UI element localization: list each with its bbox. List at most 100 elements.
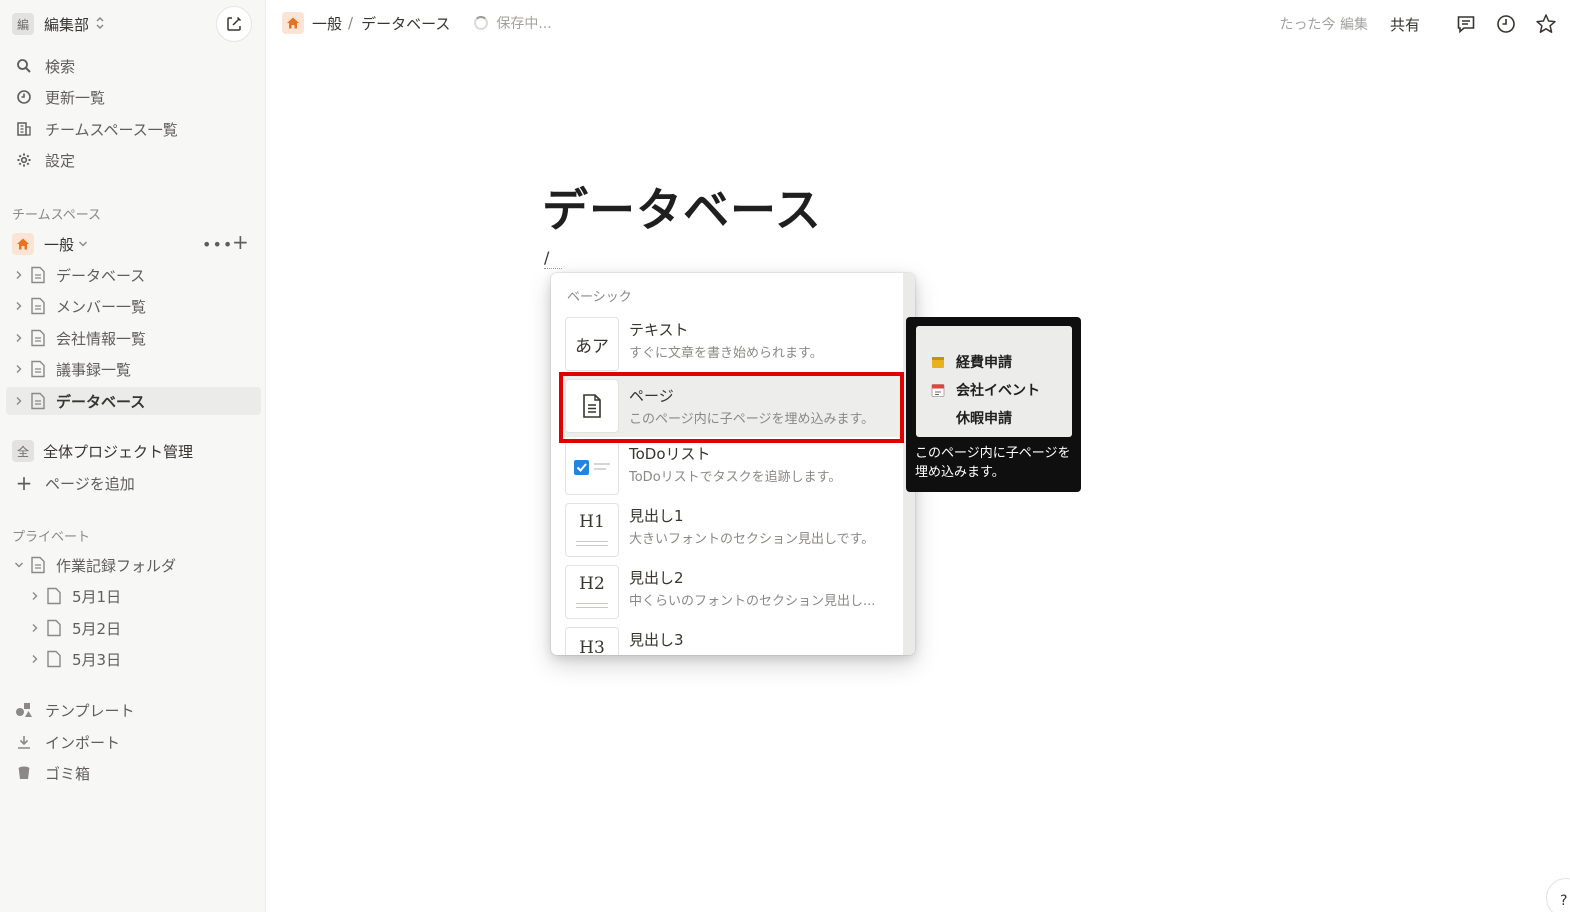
sidebar-item-trash[interactable]: ゴミ箱 bbox=[12, 759, 260, 787]
menu-item-preview: 経費申請 会社イベント 休暇申請 このページ内に子ページを埋め込みます。 bbox=[906, 317, 1081, 492]
sidebar-page-label: データベース bbox=[56, 266, 146, 285]
more-icon[interactable]: ••• bbox=[202, 235, 233, 254]
sidebar-page-item[interactable]: 5月1日 bbox=[28, 582, 278, 610]
lines-decoration bbox=[576, 538, 608, 546]
menu-item-title: 見出し3 bbox=[629, 631, 684, 649]
sidebar-page-item[interactable]: 5月2日 bbox=[28, 614, 278, 642]
sidebar-item-settings[interactable]: 設定 bbox=[12, 146, 260, 174]
sidebar-item-label: インポート bbox=[45, 733, 121, 752]
sidebar-page-item[interactable]: 5月3日 bbox=[28, 645, 278, 673]
sidebar-page-item-active[interactable]: データベース bbox=[6, 387, 261, 415]
sidebar-item-label: 検索 bbox=[45, 57, 76, 76]
preview-item-label: 経費申請 bbox=[956, 355, 1012, 371]
add-page-button[interactable]: + ページを追加 bbox=[12, 469, 260, 497]
workspace-badge: 編 bbox=[12, 13, 34, 35]
menu-item-text[interactable]: あア テキスト すぐに文章を書き始められます。 bbox=[565, 315, 895, 371]
document-icon bbox=[30, 392, 50, 410]
text-block-thumbnail: あア bbox=[565, 317, 619, 371]
add-icon[interactable]: + bbox=[232, 230, 249, 254]
chevron-right-icon[interactable] bbox=[12, 301, 26, 311]
sidebar-item-project[interactable]: 全 全体プロジェクト管理 bbox=[12, 437, 260, 465]
highlight-annotation bbox=[559, 372, 904, 443]
home-icon bbox=[12, 233, 34, 255]
menu-item-title: 見出し2 bbox=[629, 569, 684, 587]
help-label: ? bbox=[1560, 893, 1568, 909]
comment-icon[interactable] bbox=[1454, 12, 1478, 36]
sidebar-folder-label: 作業記録フォルダ bbox=[56, 556, 177, 575]
saving-text: 保存中... bbox=[496, 16, 552, 32]
thumb-label: あア bbox=[575, 336, 609, 357]
sidebar-page-label: データベース bbox=[56, 392, 146, 411]
sidebar-item-label: 設定 bbox=[45, 151, 76, 170]
menu-item-todo[interactable]: ToDoリスト ToDoリストでタスクを追跡します。 bbox=[565, 439, 895, 495]
menu-item-heading3[interactable]: H3 見出し3 bbox=[565, 625, 895, 655]
history-icon[interactable] bbox=[1494, 12, 1518, 36]
compose-icon bbox=[227, 16, 242, 31]
sidebar-item-label: テンプレート bbox=[45, 701, 135, 720]
gear-icon bbox=[12, 148, 36, 172]
document-icon bbox=[30, 556, 50, 574]
chevron-right-icon[interactable] bbox=[28, 591, 42, 601]
add-page-label: ページを追加 bbox=[45, 474, 135, 493]
share-button[interactable]: 共有 bbox=[1390, 14, 1420, 35]
new-page-button[interactable] bbox=[216, 6, 252, 42]
building-icon bbox=[12, 117, 36, 141]
sidebar-folder-item[interactable]: 作業記録フォルダ bbox=[12, 551, 262, 579]
breadcrumb-page[interactable]: データベース bbox=[361, 13, 450, 34]
menu-item-desc: 中くらいのフォントのセクション見出し... bbox=[629, 594, 876, 609]
star-icon[interactable] bbox=[1534, 12, 1558, 36]
sidebar-item-updates[interactable]: 更新一覧 bbox=[12, 83, 260, 111]
trash-icon bbox=[12, 761, 36, 785]
chevron-right-icon[interactable] bbox=[12, 364, 26, 374]
preview-card: 経費申請 会社イベント 休暇申請 bbox=[916, 326, 1072, 437]
page-title[interactable]: データベース bbox=[542, 174, 822, 240]
menu-section-label: ベーシック bbox=[567, 290, 632, 305]
sidebar-page-label: 会社情報一覧 bbox=[56, 329, 147, 348]
menu-item-title: ToDoリスト bbox=[629, 445, 711, 463]
clock-icon bbox=[12, 85, 36, 109]
sidebar-item-teamspaces[interactable]: チームスペース一覧 bbox=[12, 115, 260, 143]
topbar-actions: たった今 編集 共有 bbox=[1280, 10, 1558, 38]
shapes-icon bbox=[12, 698, 36, 722]
sidebar-page-item[interactable]: データベース bbox=[12, 261, 262, 289]
sidebar-page-item[interactable]: メンバー一覧 bbox=[12, 292, 262, 320]
slash-underline bbox=[544, 268, 562, 269]
sidebar-page-label: 5月1日 bbox=[72, 587, 122, 606]
document-icon bbox=[30, 360, 50, 378]
folder-emoji-icon bbox=[930, 354, 946, 370]
home-icon[interactable] bbox=[282, 12, 304, 34]
help-button[interactable]: ? bbox=[1546, 878, 1570, 912]
sidebar-page-label: 議事録一覧 bbox=[56, 360, 132, 379]
checkbox-icon bbox=[574, 460, 610, 475]
sidebar-page-item[interactable]: 会社情報一覧 bbox=[12, 324, 262, 352]
teamspace-section-label: チームスペース bbox=[12, 208, 102, 223]
chevron-right-icon[interactable] bbox=[12, 270, 26, 280]
chevron-right-icon[interactable] bbox=[28, 623, 42, 633]
spinner-icon bbox=[474, 16, 489, 30]
menu-item-desc: ToDoリストでタスクを追跡します。 bbox=[629, 470, 842, 485]
sidebar-item-search[interactable]: 検索 bbox=[12, 52, 260, 80]
sidebar-page-label: 5月2日 bbox=[72, 619, 122, 638]
menu-item-heading1[interactable]: H1 見出し1 大きいフォントのセクション見出しです。 bbox=[565, 501, 895, 557]
chevron-right-icon[interactable] bbox=[12, 333, 26, 343]
preview-item: 会社イベント bbox=[930, 380, 1040, 400]
document-icon bbox=[30, 329, 50, 347]
search-icon bbox=[12, 54, 36, 78]
chevron-right-icon[interactable] bbox=[12, 396, 26, 406]
teamspace-general[interactable]: 一般 ••• + bbox=[12, 230, 260, 258]
menu-item-heading2[interactable]: H2 見出し2 中くらいのフォントのセクション見出し... bbox=[565, 563, 895, 619]
chevron-down-icon[interactable] bbox=[12, 561, 26, 569]
breadcrumb-teamspace[interactable]: 一般 bbox=[312, 13, 342, 34]
sidebar-page-item[interactable]: 議事録一覧 bbox=[12, 355, 262, 383]
preview-item-label: 休暇申請 bbox=[956, 411, 1012, 427]
sidebar-item-import[interactable]: インポート bbox=[12, 728, 260, 756]
chevron-right-icon[interactable] bbox=[28, 654, 42, 664]
breadcrumb: 一般 / データベース 保存中... bbox=[282, 12, 552, 34]
preview-description: このページ内に子ページを埋め込みます。 bbox=[915, 446, 1071, 480]
editor-slash-input[interactable]: / bbox=[544, 248, 549, 267]
sidebar-item-templates[interactable]: テンプレート bbox=[12, 696, 260, 724]
chevron-updown-icon bbox=[95, 16, 105, 33]
document-icon bbox=[30, 266, 50, 284]
blank-page-icon bbox=[46, 619, 66, 637]
topbar: 一般 / データベース 保存中... たった今 編集 共有 bbox=[266, 0, 1570, 46]
